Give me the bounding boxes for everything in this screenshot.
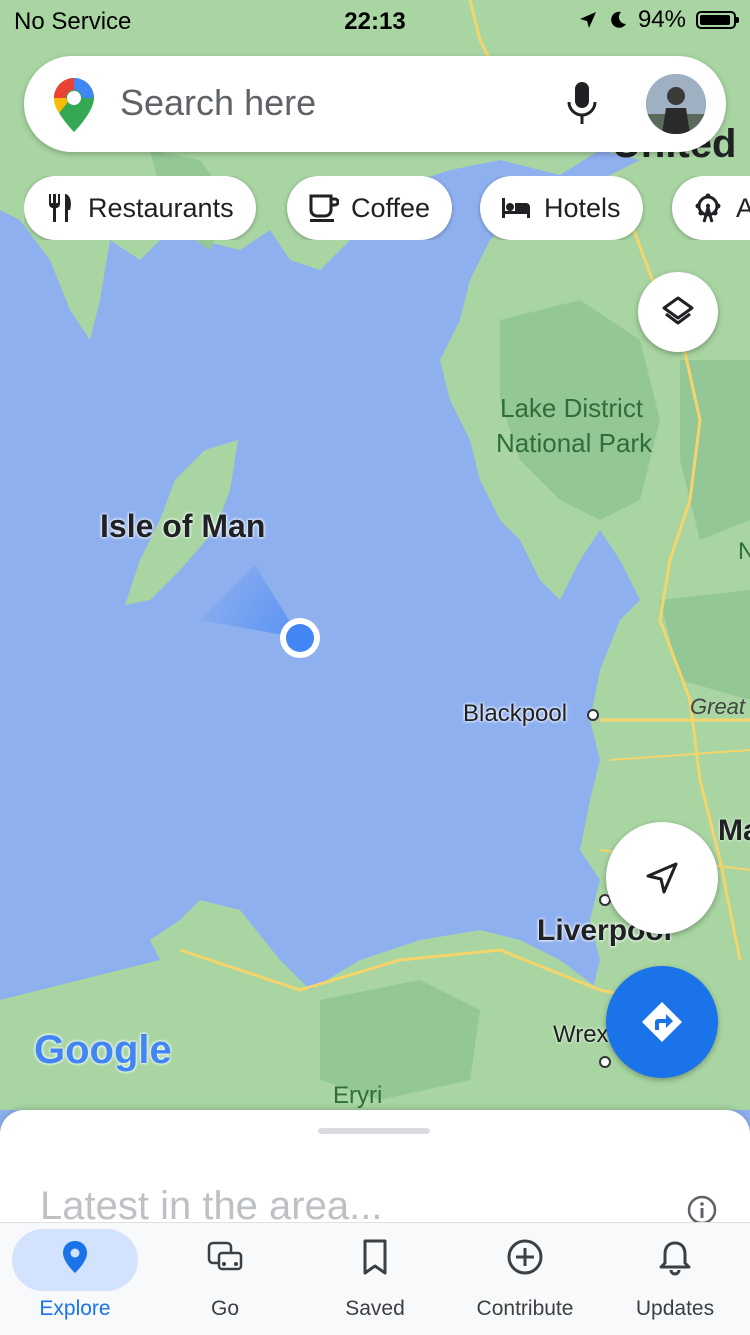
user-avatar[interactable] [646, 74, 706, 134]
nav-label: Contribute [476, 1297, 574, 1320]
map-label-n[interactable]: N [738, 538, 750, 566]
google-watermark: Google [34, 1028, 172, 1073]
map-label-blackpool[interactable]: Blackpool [463, 700, 567, 728]
fork-knife-icon [49, 194, 71, 222]
map-label-great[interactable]: Great [690, 694, 745, 720]
google-maps-pin-icon [54, 78, 94, 132]
nav-saved[interactable]: Saved [300, 1223, 450, 1335]
nav-label: Go [210, 1297, 239, 1320]
search-input[interactable]: Search here [120, 82, 316, 124]
layers-icon [662, 296, 694, 325]
nav-contribute[interactable]: Contribute [450, 1223, 600, 1335]
nav-label: Saved [345, 1297, 405, 1320]
map-label-lake-district-2[interactable]: National Park [496, 428, 652, 459]
status-bar: No Service 22:13 94% [0, 0, 750, 42]
search-bar[interactable]: Search here [24, 56, 726, 152]
sheet-drag-handle[interactable] [318, 1128, 430, 1134]
layers-button[interactable] [638, 272, 718, 352]
battery-icon [696, 11, 739, 29]
ferris-wheel-icon [695, 193, 721, 223]
chip-label: Restaurants [88, 192, 234, 223]
location-arrow-icon [579, 12, 596, 28]
moon-icon [611, 11, 626, 28]
commute-icon [207, 1241, 243, 1271]
chip-restaurants[interactable]: Restaurants [24, 176, 256, 240]
navigation-arrow-icon [646, 862, 678, 894]
category-chips: Restaurants Coffee Hotels A [24, 176, 750, 240]
microphone-icon[interactable] [564, 80, 600, 128]
bed-icon [502, 198, 530, 218]
bottom-navigation: Explore Go Saved Contribute Updates [0, 1222, 750, 1335]
chip-coffee[interactable]: Coffee [287, 176, 453, 240]
nav-go[interactable]: Go [150, 1223, 300, 1335]
chip-label: Hotels [544, 192, 621, 223]
chip-label: A [736, 192, 750, 223]
coffee-cup-icon [309, 194, 339, 222]
directions-icon [642, 1002, 682, 1042]
battery-percent: 94% [637, 6, 686, 33]
chip-hotels[interactable]: Hotels [480, 176, 643, 240]
nav-updates[interactable]: Updates [600, 1223, 750, 1335]
my-location-button[interactable] [606, 822, 718, 934]
map-label-lake-district-1[interactable]: Lake District [500, 393, 643, 424]
map-label-wrexham[interactable]: Wrex [553, 1021, 609, 1049]
nav-explore[interactable]: Explore [0, 1223, 150, 1335]
map-label-eryri[interactable]: Eryri [333, 1082, 382, 1110]
bell-icon [659, 1241, 691, 1276]
map-label-isle-of-man[interactable]: Isle of Man [100, 508, 265, 545]
nav-label: Updates [635, 1297, 715, 1320]
bookmark-icon [363, 1239, 387, 1275]
nav-label: Explore [39, 1297, 111, 1320]
status-right: 94% [578, 6, 739, 34]
explore-pin-icon [63, 1241, 87, 1273]
avatar-image [646, 74, 706, 134]
google-logo-text: Google [34, 1028, 172, 1072]
directions-button[interactable] [606, 966, 718, 1078]
add-circle-icon [507, 1239, 543, 1275]
chip-attractions[interactable]: A [672, 176, 750, 240]
map-label-ma[interactable]: Ma [718, 814, 750, 848]
chip-label: Coffee [351, 192, 431, 223]
